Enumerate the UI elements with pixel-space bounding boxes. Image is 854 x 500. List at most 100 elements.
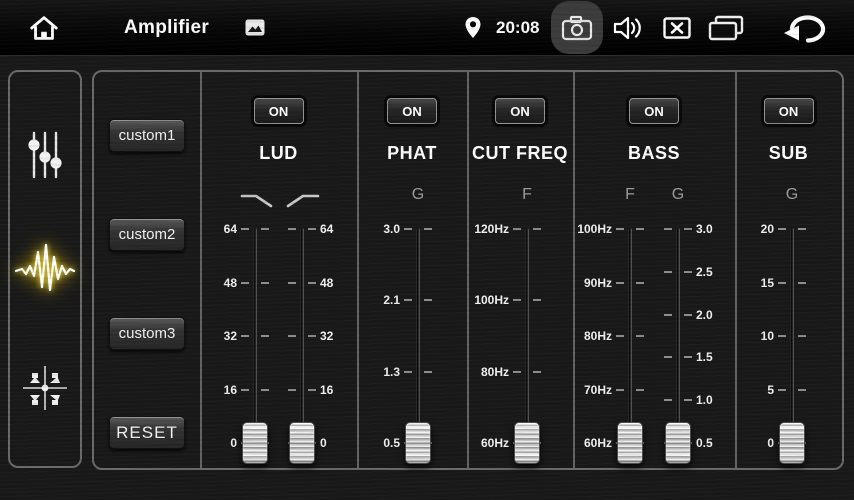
tick-dash: [533, 371, 541, 373]
lud-on-button[interactable]: ON: [254, 98, 304, 124]
tick-label: 64: [320, 221, 333, 237]
tick-label: 3.0: [383, 221, 400, 237]
home-icon: [28, 13, 60, 43]
tick-dash: [424, 371, 432, 373]
slider-handle[interactable]: [617, 422, 643, 464]
tick-label: 48: [224, 275, 237, 291]
sidebar-item-balance[interactable]: [21, 364, 69, 412]
back-icon: [782, 13, 826, 43]
camera-icon: [561, 15, 593, 41]
amplifier-panel: custom1 custom2 custom3 RESET ON LUD 644…: [92, 70, 844, 470]
close-app-button[interactable]: [662, 0, 692, 55]
tick-label: 0: [230, 435, 237, 451]
tick-dash: [778, 389, 786, 391]
slider-track[interactable]: [628, 228, 632, 449]
amplifier-screen: Amplifier 20:08: [0, 0, 854, 500]
slider-track[interactable]: [416, 228, 420, 449]
tick-dash: [664, 356, 672, 358]
slider-handle[interactable]: [779, 422, 805, 464]
slider-handle[interactable]: [665, 422, 691, 464]
tick-label: 3.0: [696, 221, 713, 237]
tick-dash: [684, 228, 692, 230]
tick-dash: [404, 371, 412, 373]
tick-label: 0.5: [383, 435, 400, 451]
phat-on-button[interactable]: ON: [387, 98, 437, 124]
tick-label: 20: [761, 221, 774, 237]
tick-label: 64: [224, 221, 237, 237]
tick-label: 60Hz: [481, 435, 509, 451]
location-icon: [463, 0, 483, 55]
lud-left-slider[interactable]: 644832160: [208, 217, 278, 460]
screenshot-button[interactable]: [551, 1, 603, 54]
tick-dash: [684, 399, 692, 401]
slider-track[interactable]: [525, 228, 529, 449]
slider-handle[interactable]: [514, 422, 540, 464]
tick-dash: [288, 335, 296, 337]
close-box-icon: [663, 17, 691, 39]
slider-track[interactable]: [300, 228, 304, 449]
slider-handle[interactable]: [405, 422, 431, 464]
sidebar-item-equalizer[interactable]: [27, 130, 63, 180]
back-button[interactable]: [781, 0, 827, 55]
tick-dash: [308, 335, 316, 337]
tick-label: 90Hz: [584, 275, 612, 291]
home-button[interactable]: [26, 0, 62, 55]
tick-label: 100Hz: [577, 221, 612, 237]
tick-dash: [798, 228, 806, 230]
custom3-button[interactable]: custom3: [109, 317, 185, 350]
slider-track[interactable]: [253, 228, 257, 449]
wallpaper-button[interactable]: [244, 0, 266, 55]
status-bar: Amplifier 20:08: [0, 0, 854, 56]
tick-dash: [513, 228, 521, 230]
tick-dash: [778, 228, 786, 230]
slider-track[interactable]: [790, 228, 794, 449]
slider-handle[interactable]: [289, 422, 315, 464]
custom1-button[interactable]: custom1: [109, 119, 185, 152]
tick-dash: [261, 389, 269, 391]
tick-label: 0: [767, 435, 774, 451]
bass-on-button[interactable]: ON: [629, 98, 679, 124]
tick-dash: [616, 282, 624, 284]
tick-dash: [513, 299, 521, 301]
tick-label: 60Hz: [584, 435, 612, 451]
tick-label: 2.1: [383, 292, 400, 308]
slider-handle[interactable]: [242, 422, 268, 464]
bass-title: BASS: [573, 142, 735, 164]
custom2-button[interactable]: custom2: [109, 218, 185, 251]
page-title: Amplifier: [124, 0, 209, 55]
cutfreq-on-button[interactable]: ON: [495, 98, 545, 124]
tick-dash: [424, 299, 432, 301]
tick-label: 70Hz: [584, 382, 612, 398]
tick-label: 120Hz: [474, 221, 509, 237]
lud-right-slider[interactable]: 644832160: [280, 217, 346, 460]
tick-dash: [404, 228, 412, 230]
phat-column: ON PHAT G 3.02.11.30.5: [357, 72, 467, 468]
tick-label: 5: [767, 382, 774, 398]
reset-button[interactable]: RESET: [109, 416, 185, 449]
sub-on-button[interactable]: ON: [764, 98, 814, 124]
tick-label: 16: [224, 382, 237, 398]
tick-label: 1.3: [383, 364, 400, 380]
tick-dash: [684, 271, 692, 273]
sub-gain-slider[interactable]: 20151050: [745, 217, 831, 460]
sub-gain-label: G: [786, 186, 798, 204]
freq-label: F: [522, 186, 532, 204]
tick-dash: [424, 228, 432, 230]
slider-track[interactable]: [676, 228, 680, 449]
bass-freq-slider[interactable]: 100Hz90Hz80Hz70Hz60Hz: [583, 217, 659, 460]
bass-gain-slider[interactable]: 3.02.52.01.51.00.5: [659, 217, 729, 460]
cutfreq-slider[interactable]: 120Hz100Hz80Hz60Hz: [479, 217, 565, 460]
recent-apps-button[interactable]: [706, 0, 746, 55]
phat-gain-slider[interactable]: 3.0 2.1 1.3 0.5: [371, 217, 453, 460]
volume-button[interactable]: [611, 0, 647, 55]
tick-dash: [241, 282, 249, 284]
shelf-up-icon: [284, 190, 322, 210]
tick-dash: [616, 335, 624, 337]
lud-column: ON LUD 644832160 644832160: [200, 72, 357, 468]
tick-label: 2.0: [696, 307, 713, 323]
tick-dash: [308, 282, 316, 284]
tick-dash: [798, 282, 806, 284]
tick-dash: [404, 299, 412, 301]
sidebar-item-effects[interactable]: [14, 240, 76, 298]
tick-dash: [261, 335, 269, 337]
